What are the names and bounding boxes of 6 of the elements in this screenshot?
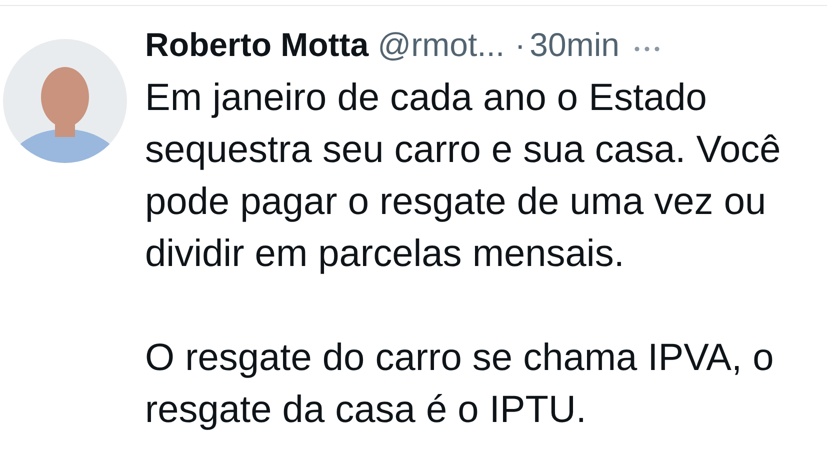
- timestamp[interactable]: 30min: [530, 26, 620, 64]
- separator: ·: [514, 26, 526, 64]
- tweet-text: O resgate do carro se chama IPVA, o resgate da casa é o IPTU.: [145, 336, 775, 433]
- author-name[interactable]: Roberto Motta: [145, 26, 369, 64]
- tweet-text: Em janeiro de cada ano o Estado sequestra seu carro e sua casa. Você pode pagar o resgate de uma vez ou dividir em parcelas mensais.: [145, 76, 782, 277]
- author-handle[interactable]: @rmot...: [378, 26, 505, 64]
